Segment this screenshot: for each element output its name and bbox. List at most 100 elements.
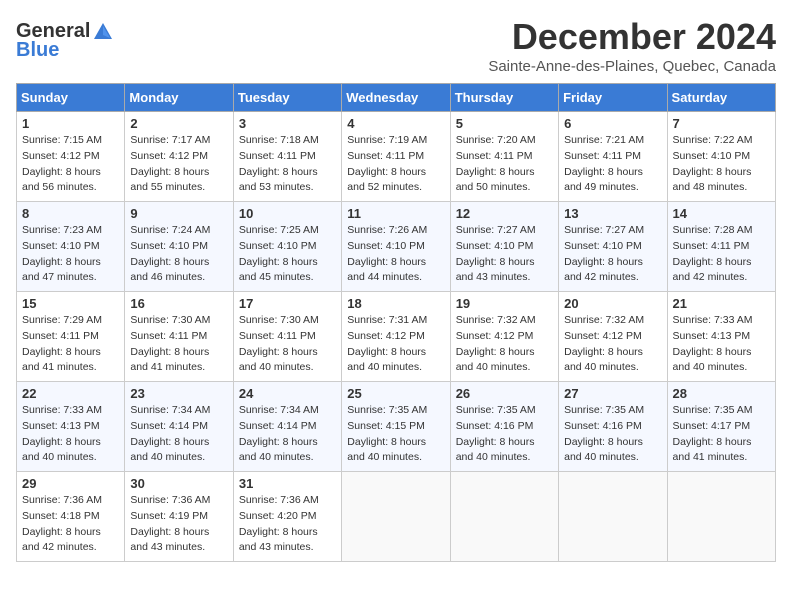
day-info: Sunrise: 7:36 AMSunset: 4:20 PMDaylight:… (239, 493, 336, 556)
day-number: 6 (564, 116, 661, 131)
daylight-text: Daylight: 8 hours and 40 minutes. (130, 435, 227, 467)
daylight-text: Daylight: 8 hours and 43 minutes. (456, 255, 553, 287)
daylight-text: Daylight: 8 hours and 40 minutes. (347, 435, 444, 467)
daylight-text: Daylight: 8 hours and 48 minutes. (673, 165, 770, 197)
sunset-text: Sunset: 4:16 PM (456, 419, 553, 435)
calendar-cell: 10Sunrise: 7:25 AMSunset: 4:10 PMDayligh… (233, 202, 341, 292)
calendar-cell: 9Sunrise: 7:24 AMSunset: 4:10 PMDaylight… (125, 202, 233, 292)
day-info: Sunrise: 7:34 AMSunset: 4:14 PMDaylight:… (239, 403, 336, 466)
daylight-text: Daylight: 8 hours and 43 minutes. (130, 525, 227, 557)
calendar-cell (342, 472, 450, 562)
daylight-text: Daylight: 8 hours and 46 minutes. (130, 255, 227, 287)
sunrise-text: Sunrise: 7:34 AM (130, 403, 227, 419)
daylight-text: Daylight: 8 hours and 40 minutes. (456, 345, 553, 377)
sunset-text: Sunset: 4:11 PM (239, 329, 336, 345)
header-sunday: Sunday (17, 84, 125, 112)
sunset-text: Sunset: 4:13 PM (22, 419, 119, 435)
day-info: Sunrise: 7:35 AMSunset: 4:16 PMDaylight:… (564, 403, 661, 466)
sunset-text: Sunset: 4:10 PM (456, 239, 553, 255)
calendar-cell: 25Sunrise: 7:35 AMSunset: 4:15 PMDayligh… (342, 382, 450, 472)
sunrise-text: Sunrise: 7:35 AM (347, 403, 444, 419)
day-info: Sunrise: 7:36 AMSunset: 4:18 PMDaylight:… (22, 493, 119, 556)
page-header: General Blue December 2024 Sainte-Anne-d… (16, 16, 776, 75)
day-number: 19 (456, 296, 553, 311)
sunrise-text: Sunrise: 7:35 AM (456, 403, 553, 419)
sunrise-text: Sunrise: 7:33 AM (22, 403, 119, 419)
sunset-text: Sunset: 4:10 PM (673, 149, 770, 165)
calendar-cell: 4Sunrise: 7:19 AMSunset: 4:11 PMDaylight… (342, 112, 450, 202)
calendar-cell: 30Sunrise: 7:36 AMSunset: 4:19 PMDayligh… (125, 472, 233, 562)
daylight-text: Daylight: 8 hours and 42 minutes. (564, 255, 661, 287)
calendar-week-row: 1 Sunrise: 7:15 AMSunset: 4:12 PMDaylight… (17, 112, 776, 202)
sunset-text: Sunset: 4:14 PM (239, 419, 336, 435)
daylight-text: Daylight: 8 hours and 41 minutes. (130, 345, 227, 377)
sunrise-text: Sunrise: 7:35 AM (673, 403, 770, 419)
sunset-text: Sunset: 4:18 PM (22, 509, 119, 525)
daylight-text: Daylight: 8 hours and 53 minutes. (239, 165, 336, 197)
calendar-cell: 11Sunrise: 7:26 AMSunset: 4:10 PMDayligh… (342, 202, 450, 292)
sunrise-text: Sunrise: 7:36 AM (239, 493, 336, 509)
sunset-text: Sunset: 4:12 PM (130, 149, 227, 165)
sunrise-text: Sunrise: 7:24 AM (130, 223, 227, 239)
day-number: 27 (564, 386, 661, 401)
daylight-text: Daylight: 8 hours and 50 minutes. (456, 165, 553, 197)
daylight-text: Daylight: 8 hours and 41 minutes. (673, 435, 770, 467)
day-info: Sunrise: 7:21 AMSunset: 4:11 PMDaylight:… (564, 133, 661, 196)
calendar-cell: 7Sunrise: 7:22 AMSunset: 4:10 PMDaylight… (667, 112, 775, 202)
sunrise-text: Sunrise: 7:20 AM (456, 133, 553, 149)
sunset-text: Sunset: 4:11 PM (239, 149, 336, 165)
daylight-text: Daylight: 8 hours and 55 minutes. (130, 165, 227, 197)
day-number: 20 (564, 296, 661, 311)
daylight-text: Daylight: 8 hours and 41 minutes. (22, 345, 119, 377)
daylight-text: Daylight: 8 hours and 42 minutes. (22, 525, 119, 557)
day-number: 12 (456, 206, 553, 221)
daylight-text: Daylight: 8 hours and 44 minutes. (347, 255, 444, 287)
daylight-text: Daylight: 8 hours and 40 minutes. (239, 435, 336, 467)
header-tuesday: Tuesday (233, 84, 341, 112)
sunset-text: Sunset: 4:12 PM (347, 329, 444, 345)
day-info: Sunrise: 7:29 AMSunset: 4:11 PMDaylight:… (22, 313, 119, 376)
daylight-text: Daylight: 8 hours and 56 minutes. (22, 165, 119, 197)
day-info: Sunrise: 7:34 AMSunset: 4:14 PMDaylight:… (130, 403, 227, 466)
sunrise-text: Sunrise: 7:28 AM (673, 223, 770, 239)
calendar-cell (559, 472, 667, 562)
day-number: 3 (239, 116, 336, 131)
calendar-cell: 15 Sunrise: 7:29 AMSunset: 4:11 PMDayligh… (17, 292, 125, 382)
day-info: Sunrise: 7:15 AMSunset: 4:12 PMDaylight:… (22, 133, 119, 196)
daylight-text: Daylight: 8 hours and 47 minutes. (22, 255, 119, 287)
sunrise-text: Sunrise: 7:21 AM (564, 133, 661, 149)
calendar-cell: 8Sunrise: 7:23 AMSunset: 4:10 PMDaylight… (17, 202, 125, 292)
sunset-text: Sunset: 4:10 PM (347, 239, 444, 255)
day-number: 8 (22, 206, 119, 221)
calendar-cell: 27 Sunrise: 7:35 AMSunset: 4:16 PMDayligh… (559, 382, 667, 472)
day-info: Sunrise: 7:28 AMSunset: 4:11 PMDaylight:… (673, 223, 770, 286)
header-saturday: Saturday (667, 84, 775, 112)
daylight-text: Daylight: 8 hours and 40 minutes. (456, 435, 553, 467)
sunset-text: Sunset: 4:15 PM (347, 419, 444, 435)
calendar-cell: 17Sunrise: 7:30 AMSunset: 4:11 PMDayligh… (233, 292, 341, 382)
daylight-text: Daylight: 8 hours and 40 minutes. (239, 345, 336, 377)
sunset-text: Sunset: 4:11 PM (456, 149, 553, 165)
sunset-text: Sunset: 4:13 PM (673, 329, 770, 345)
day-number: 1 (22, 116, 119, 131)
sunrise-text: Sunrise: 7:22 AM (673, 133, 770, 149)
header-wednesday: Wednesday (342, 84, 450, 112)
header-thursday: Thursday (450, 84, 558, 112)
header-friday: Friday (559, 84, 667, 112)
calendar-cell: 26Sunrise: 7:35 AMSunset: 4:16 PMDayligh… (450, 382, 558, 472)
day-number: 21 (673, 296, 770, 311)
day-info: Sunrise: 7:35 AMSunset: 4:16 PMDaylight:… (456, 403, 553, 466)
sunset-text: Sunset: 4:14 PM (130, 419, 227, 435)
daylight-text: Daylight: 8 hours and 40 minutes. (564, 345, 661, 377)
page-title: December 2024 (488, 16, 776, 58)
day-number: 15 (22, 296, 119, 311)
sunset-text: Sunset: 4:11 PM (347, 149, 444, 165)
sunrise-text: Sunrise: 7:33 AM (673, 313, 770, 329)
day-info: Sunrise: 7:27 AMSunset: 4:10 PMDaylight:… (456, 223, 553, 286)
calendar-cell: 1 Sunrise: 7:15 AMSunset: 4:12 PMDaylight… (17, 112, 125, 202)
day-info: Sunrise: 7:25 AMSunset: 4:10 PMDaylight:… (239, 223, 336, 286)
day-number: 16 (130, 296, 227, 311)
daylight-text: Daylight: 8 hours and 40 minutes. (347, 345, 444, 377)
calendar-cell: 23Sunrise: 7:34 AMSunset: 4:14 PMDayligh… (125, 382, 233, 472)
calendar-week-row: 15 Sunrise: 7:29 AMSunset: 4:11 PMDayligh… (17, 292, 776, 382)
